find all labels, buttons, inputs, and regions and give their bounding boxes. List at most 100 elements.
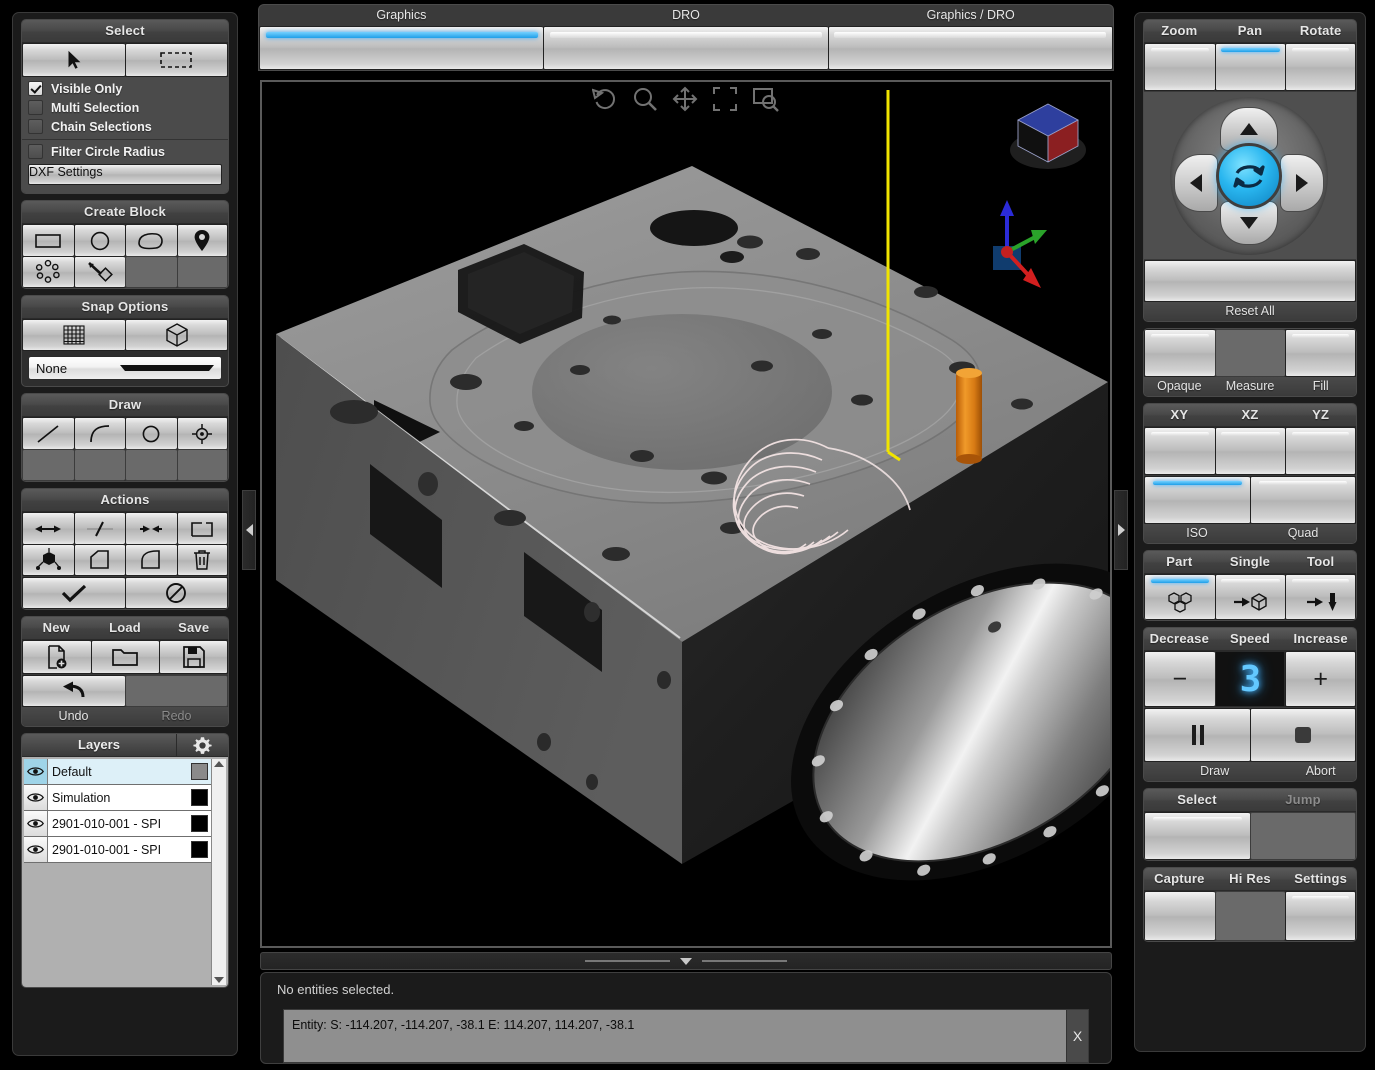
checkbox-filter-circle-radius[interactable]: Filter Circle Radius bbox=[22, 142, 228, 161]
layer-color-swatch[interactable] bbox=[187, 785, 211, 810]
delete-entity-button[interactable] bbox=[176, 544, 228, 576]
layer-row[interactable]: 2901-010-001 - SPI bbox=[24, 811, 211, 837]
floppy-disk-icon bbox=[182, 646, 205, 668]
part-mode-button[interactable] bbox=[1144, 574, 1215, 620]
checkbox-multi-selection-box[interactable] bbox=[28, 100, 43, 115]
tab-graphics-dro[interactable] bbox=[827, 26, 1113, 70]
scroll-up-icon[interactable] bbox=[214, 761, 224, 767]
layers-scrollbar[interactable] bbox=[211, 759, 226, 985]
point-block-button[interactable] bbox=[176, 224, 228, 256]
chevron-down-icon[interactable] bbox=[680, 957, 692, 965]
extend-both-button[interactable] bbox=[22, 512, 74, 544]
capture-settings-button[interactable] bbox=[1285, 891, 1356, 941]
xz-view-button[interactable] bbox=[1214, 427, 1286, 475]
left-panel-collapse-splitter[interactable] bbox=[242, 490, 256, 570]
zoom-mode-label: Zoom bbox=[1161, 23, 1198, 38]
layer-visibility-toggle[interactable] bbox=[24, 759, 48, 784]
bolt-circle-block-button[interactable] bbox=[22, 256, 74, 288]
speed-increase-button[interactable]: + bbox=[1285, 651, 1356, 707]
layer-row[interactable]: Default bbox=[24, 759, 211, 785]
trim-entity-button[interactable] bbox=[125, 512, 177, 544]
save-file-button[interactable] bbox=[159, 640, 228, 674]
opaque-button[interactable] bbox=[1144, 329, 1215, 377]
reset-view-icon[interactable] bbox=[591, 86, 618, 117]
draw-arc-button[interactable] bbox=[73, 417, 125, 449]
pan-mode-button[interactable] bbox=[1214, 43, 1286, 91]
new-file-button[interactable] bbox=[22, 640, 91, 674]
load-file-button[interactable] bbox=[90, 640, 160, 674]
right-panel-collapse-splitter[interactable] bbox=[1114, 490, 1128, 570]
abort-stop-button[interactable] bbox=[1250, 708, 1356, 762]
split-entity-button[interactable] bbox=[73, 512, 125, 544]
capture-button[interactable] bbox=[1144, 891, 1215, 941]
iso-view-button[interactable] bbox=[1144, 476, 1250, 524]
dxf-settings-button[interactable]: DXF Settings bbox=[28, 164, 222, 185]
rectangle-block-button[interactable] bbox=[22, 224, 74, 256]
fill-button[interactable] bbox=[1285, 329, 1356, 377]
dpad-right-button[interactable] bbox=[1280, 153, 1324, 212]
dpad-center-button[interactable] bbox=[1216, 142, 1282, 209]
fit-to-window-icon[interactable] bbox=[712, 86, 738, 117]
yz-view-button[interactable] bbox=[1285, 427, 1356, 475]
object-snap-button[interactable] bbox=[125, 319, 228, 351]
increase-label: Increase bbox=[1293, 631, 1348, 646]
scroll-down-icon[interactable] bbox=[214, 977, 224, 983]
pan-mode-led bbox=[1221, 48, 1280, 52]
grid-snap-button[interactable] bbox=[22, 319, 125, 351]
pointer-select-button[interactable] bbox=[22, 43, 125, 77]
layer-color-swatch[interactable] bbox=[187, 837, 211, 862]
layer-visibility-toggle[interactable] bbox=[24, 837, 48, 862]
undo-button[interactable] bbox=[22, 675, 125, 707]
single-mode-button[interactable] bbox=[1214, 574, 1286, 620]
reset-all-button[interactable] bbox=[1144, 260, 1356, 302]
rotate-mode-button[interactable] bbox=[1285, 43, 1356, 91]
checkbox-filter-circle-radius-label: Filter Circle Radius bbox=[51, 144, 165, 159]
snap-mode-select[interactable]: None bbox=[28, 356, 222, 380]
viewport-bottom-splitter[interactable] bbox=[260, 952, 1112, 970]
tab-graphics[interactable] bbox=[259, 26, 544, 70]
fillet-button[interactable] bbox=[125, 544, 177, 576]
zoom-mode-button[interactable] bbox=[1144, 43, 1215, 91]
quad-view-button[interactable] bbox=[1250, 476, 1356, 524]
checkbox-filter-circle-radius-box[interactable] bbox=[28, 144, 43, 159]
checkbox-chain-selections[interactable]: Chain Selections bbox=[22, 117, 228, 136]
offset-path-button[interactable] bbox=[176, 512, 228, 544]
draw-point-button[interactable] bbox=[176, 417, 228, 449]
draw-circle-button[interactable] bbox=[125, 417, 177, 449]
view-orientation-cube[interactable] bbox=[1000, 94, 1096, 174]
checkbox-chain-selections-box[interactable] bbox=[28, 119, 43, 134]
checkbox-visible-only-box[interactable] bbox=[28, 81, 43, 96]
draw-line-button[interactable] bbox=[22, 417, 74, 449]
layer-row[interactable]: Simulation bbox=[24, 785, 211, 811]
layer-row[interactable]: 2901-010-001 - SPI bbox=[24, 837, 211, 863]
zoom-glass-icon[interactable] bbox=[632, 86, 658, 117]
pan-move-icon[interactable] bbox=[672, 86, 698, 117]
dpad-left-button[interactable] bbox=[1174, 153, 1218, 212]
accept-button[interactable] bbox=[22, 577, 125, 609]
checkbox-multi-selection[interactable]: Multi Selection bbox=[22, 98, 228, 117]
layer-color-swatch[interactable] bbox=[187, 759, 211, 784]
cancel-button[interactable] bbox=[124, 577, 228, 609]
draw-pause-button[interactable] bbox=[1144, 708, 1250, 762]
box-select-button[interactable] bbox=[124, 43, 228, 77]
speed-decrease-button[interactable]: − bbox=[1144, 651, 1215, 707]
zoom-window-icon[interactable] bbox=[752, 86, 780, 117]
xy-view-button[interactable] bbox=[1144, 427, 1215, 475]
circle-block-button[interactable] bbox=[73, 224, 125, 256]
layer-visibility-toggle[interactable] bbox=[24, 811, 48, 836]
layer-visibility-toggle[interactable] bbox=[24, 785, 48, 810]
move-cube-button[interactable] bbox=[22, 544, 74, 576]
tool-mode-button[interactable] bbox=[1285, 574, 1356, 620]
load-label: Load bbox=[109, 620, 141, 635]
select-entity-button[interactable] bbox=[1144, 812, 1250, 860]
probe-block-button[interactable] bbox=[73, 256, 125, 288]
actions-title: Actions bbox=[22, 489, 228, 512]
freeform-block-button[interactable] bbox=[125, 224, 177, 256]
chamfer-button[interactable] bbox=[73, 544, 125, 576]
checkbox-visible-only[interactable]: Visible Only bbox=[22, 79, 228, 98]
layer-color-swatch[interactable] bbox=[187, 811, 211, 836]
close-icon[interactable]: X bbox=[1066, 1010, 1088, 1062]
tab-dro[interactable] bbox=[543, 26, 828, 70]
graphics-viewport[interactable] bbox=[260, 80, 1112, 948]
layers-settings-button[interactable] bbox=[176, 734, 228, 756]
